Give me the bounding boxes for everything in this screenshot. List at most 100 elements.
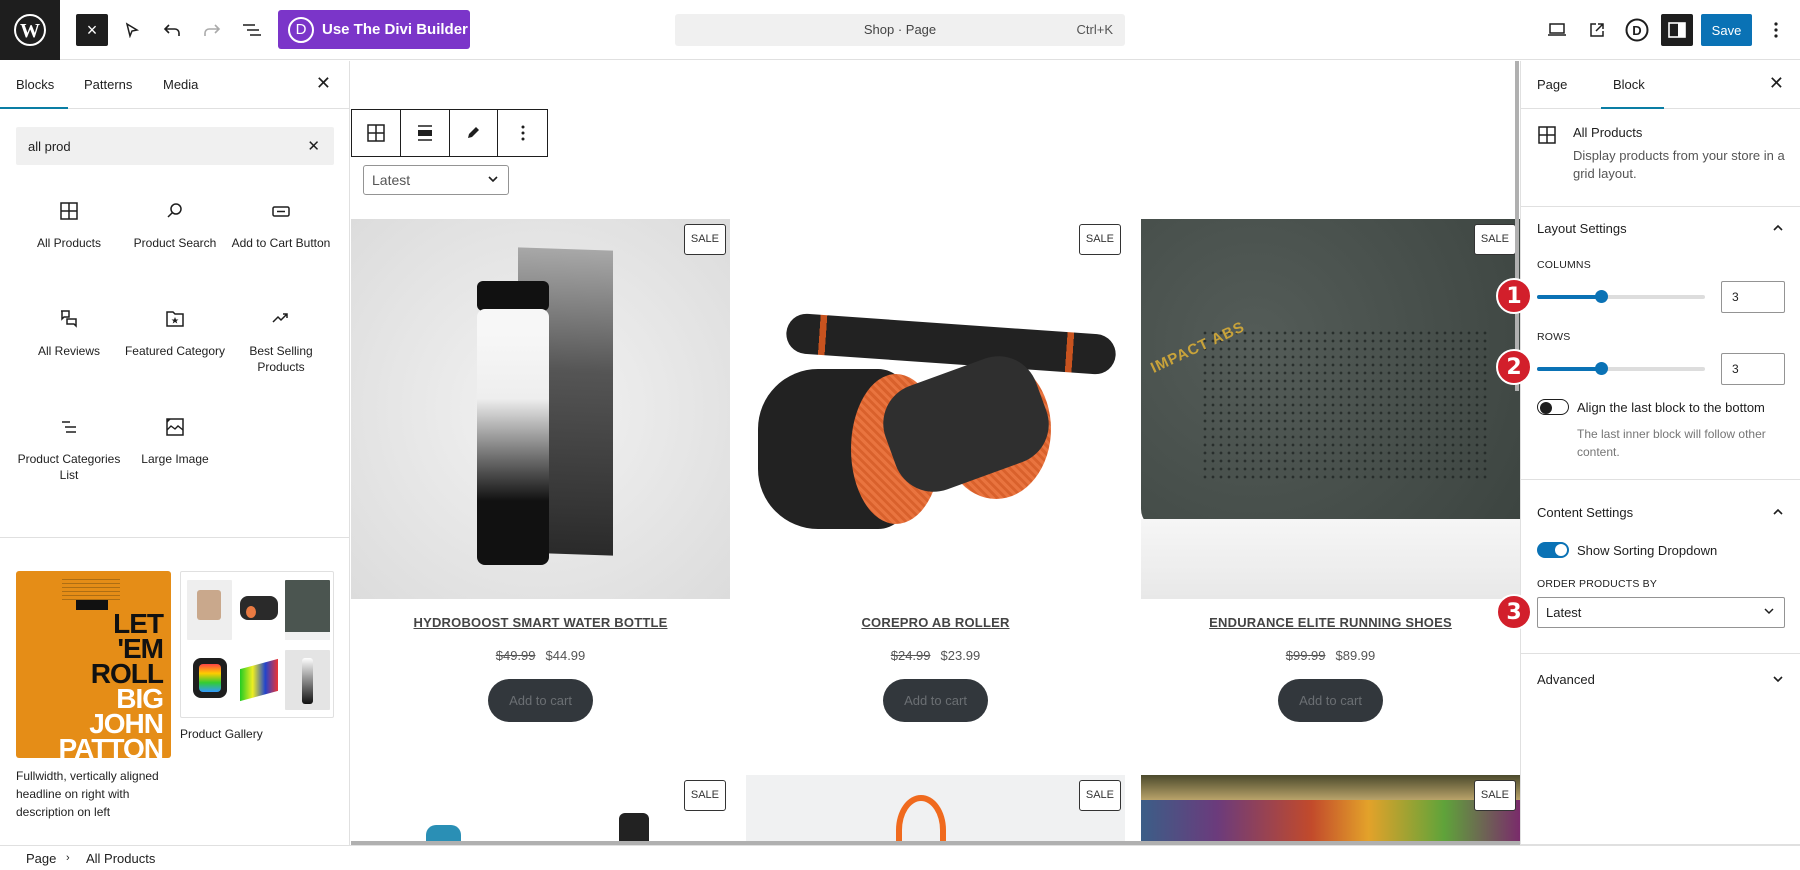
product-card: SALE HYDROBOOST SMART WATER BOTTLE $49.9… (351, 219, 730, 722)
product-image[interactable]: SALE (351, 219, 730, 599)
pattern-label: Fullwidth, vertically aligned headline o… (16, 769, 159, 819)
breadcrumb-separator-icon: › (66, 852, 70, 864)
advanced-toggle[interactable]: Advanced (1537, 672, 1787, 687)
rows-slider[interactable] (1537, 362, 1705, 375)
block-item-featured-category[interactable]: Featured Category (122, 309, 228, 359)
tab-patterns[interactable]: Patterns (84, 77, 132, 92)
product-price: $99.99 $89.99 (1141, 648, 1520, 663)
order-products-select[interactable]: Latest (1537, 597, 1785, 628)
block-description: Display products from your store in a gr… (1573, 148, 1785, 181)
divi-icon[interactable]: D (1621, 14, 1653, 46)
document-overview-icon[interactable] (236, 14, 268, 46)
block-item-label: Best Selling Products (249, 344, 313, 374)
columns-input[interactable] (1721, 281, 1785, 313)
sale-price: $89.99 (1335, 648, 1376, 663)
sale-badge: SALE (683, 780, 726, 811)
block-item-all-reviews[interactable]: All Reviews (16, 309, 122, 359)
block-item-large-image[interactable]: Large Image (122, 417, 228, 467)
roller-handle (785, 312, 1117, 376)
align-wide-icon (417, 125, 432, 141)
slider-thumb[interactable] (1594, 290, 1608, 303)
product-image-fragment (1141, 775, 1520, 800)
document-title: Shop · Page (863, 22, 937, 37)
columns-slider[interactable] (1537, 290, 1705, 303)
product-image[interactable]: IMPACT ABS SALE (1141, 219, 1520, 599)
product-image[interactable]: SALE (746, 219, 1125, 599)
sort-select-value: Latest (372, 172, 411, 188)
order-select-value: Latest (1546, 605, 1582, 620)
desktop-preview-icon[interactable] (1541, 14, 1573, 46)
block-item-all-products[interactable]: All Products (16, 201, 122, 251)
block-item-label: Product Categories List (17, 452, 121, 482)
product-title[interactable]: ENDURANCE ELITE RUNNING SHOES (1141, 615, 1520, 630)
slider-thumb[interactable] (1594, 362, 1608, 375)
content-settings-toggle[interactable]: Content Settings (1537, 505, 1787, 520)
reviews-icon (61, 310, 77, 328)
align-help-text: The last inner block will follow other c… (1577, 427, 1766, 459)
block-type-button[interactable] (352, 110, 401, 156)
product-card: SALE COREPRO AB ROLLER $24.99 $23.99 Add … (746, 219, 1125, 722)
block-item-best-selling-products[interactable]: Best Selling Products (228, 309, 334, 375)
tab-block[interactable]: Block (1613, 77, 1645, 92)
block-options-button[interactable] (498, 110, 547, 156)
external-view-icon[interactable] (1581, 14, 1613, 46)
add-to-cart-button[interactable]: Add to cart (488, 679, 593, 722)
settings-tabs: Page Block ✕ (1521, 61, 1800, 109)
close-inserter-icon[interactable]: ✕ (316, 73, 331, 94)
align-last-block-toggle[interactable] (1537, 399, 1569, 415)
block-search-input[interactable] (16, 127, 286, 165)
tab-blocks[interactable]: Blocks (16, 77, 54, 92)
product-card-partial[interactable]: SALE (351, 775, 730, 845)
panel-heading: Advanced (1537, 672, 1595, 687)
block-item-label: Add to Cart Button (231, 236, 331, 250)
add-to-cart-button[interactable]: Add to cart (1278, 679, 1383, 722)
align-button[interactable] (401, 110, 450, 156)
breadcrumb-item-all-products[interactable]: All Products (86, 851, 155, 866)
command-palette-button[interactable]: Shop · Page Ctrl+K (675, 14, 1125, 46)
layout-settings-toggle[interactable]: Layout Settings (1537, 221, 1787, 236)
pattern-product-gallery[interactable] (180, 571, 334, 718)
select-tool-icon[interactable] (116, 14, 148, 46)
product-card-partial[interactable]: SALE (746, 775, 1125, 845)
block-item-add-to-cart-button[interactable]: Add to Cart Button (228, 201, 334, 251)
grid-icon (60, 202, 78, 220)
redo-icon[interactable] (196, 14, 228, 46)
svg-text:W: W (20, 20, 40, 42)
product-title[interactable]: HYDROBOOST SMART WATER BOTTLE (351, 615, 730, 630)
close-settings-icon[interactable]: ✕ (1769, 73, 1784, 94)
block-settings-panel: Page Block ✕ All Products Display produc… (1520, 61, 1800, 845)
close-icon[interactable]: × (76, 14, 108, 46)
sidebar-settings-icon[interactable] (1661, 14, 1693, 46)
product-card-partial[interactable]: SALE (1141, 775, 1520, 845)
rows-label: ROWS (1537, 331, 1571, 343)
edit-button[interactable] (450, 110, 499, 156)
gallery-thumb-shirt (187, 580, 232, 640)
divider (1521, 206, 1800, 207)
clear-search-icon[interactable]: ✕ (307, 137, 320, 155)
use-divi-builder-button[interactable]: D Use The Divi Builder (278, 10, 470, 49)
block-item-label: All Products (36, 236, 102, 250)
add-to-cart-button[interactable]: Add to cart (883, 679, 988, 722)
gallery-thumb-bands (236, 650, 281, 710)
block-item-product-search[interactable]: Product Search (122, 201, 228, 251)
save-button[interactable]: Save (1701, 14, 1752, 46)
tab-media[interactable]: Media (163, 77, 198, 92)
vertical-scrollbar[interactable] (1515, 61, 1519, 391)
button-icon (272, 206, 290, 217)
undo-icon[interactable] (156, 14, 188, 46)
rows-input[interactable] (1721, 353, 1785, 385)
show-sorting-dropdown-toggle[interactable] (1537, 542, 1569, 558)
more-options-icon[interactable] (1760, 14, 1792, 46)
product-title[interactable]: COREPRO AB ROLLER (746, 615, 1125, 630)
pattern-fullwidth-headline[interactable]: LET 'EM ROLL BIG JOHN PATTON (16, 571, 171, 758)
tab-page[interactable]: Page (1537, 77, 1567, 92)
trending-icon (272, 313, 288, 323)
more-vertical-icon (521, 125, 525, 141)
breadcrumb-item-page[interactable]: Page (26, 851, 56, 866)
block-item-label: Featured Category (124, 344, 226, 358)
divi-button-label: Use The Divi Builder (322, 21, 468, 38)
product-sort-select[interactable]: Latest (363, 165, 509, 195)
block-item-label: Large Image (141, 452, 209, 466)
wordpress-logo[interactable]: W (0, 0, 60, 60)
block-item-product-categories-list[interactable]: Product Categories List (16, 417, 122, 483)
